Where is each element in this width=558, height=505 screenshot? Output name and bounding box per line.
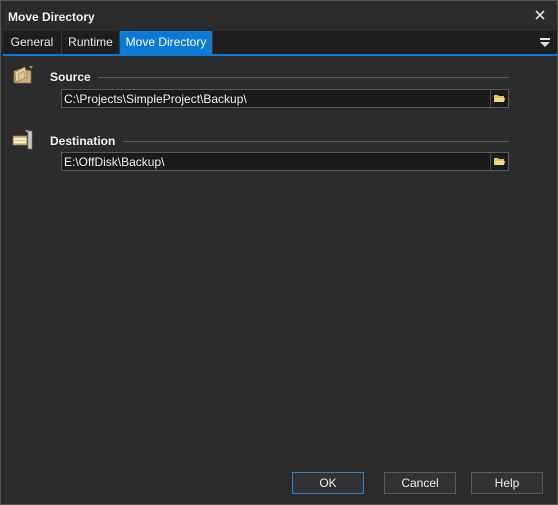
move-icon [11, 128, 35, 152]
menu-icon [540, 38, 550, 47]
cancel-button[interactable]: Cancel [384, 472, 456, 494]
help-button[interactable]: Help [471, 472, 543, 494]
destination-path-input[interactable] [62, 153, 492, 170]
window-title: Move Directory [8, 10, 95, 24]
source-path-input[interactable] [62, 90, 492, 107]
close-button[interactable] [531, 6, 549, 24]
source-path-field[interactable] [61, 89, 509, 108]
destination-divider [123, 141, 509, 142]
destination-label: Destination [50, 134, 116, 148]
title-bar: Move Directory [1, 1, 557, 31]
tab-general[interactable]: General [3, 31, 62, 54]
source-label: Source [50, 70, 91, 84]
tab-move-directory[interactable]: Move Directory [120, 31, 213, 54]
dialog-window: Move Directory General Runtime Move Dire… [0, 0, 558, 505]
folder-open-icon [494, 95, 505, 102]
source-divider [98, 77, 509, 78]
destination-browse-button[interactable] [490, 153, 508, 170]
source-browse-button[interactable] [490, 90, 508, 107]
folder-icon [11, 63, 35, 87]
close-icon [535, 10, 545, 20]
tab-menu-button[interactable] [539, 37, 551, 49]
folder-open-icon [494, 158, 505, 165]
destination-path-field[interactable] [61, 152, 509, 171]
ok-button[interactable]: OK [292, 472, 364, 494]
tab-underline [3, 54, 557, 56]
tab-bar: General Runtime Move Directory [3, 31, 557, 54]
tab-runtime[interactable]: Runtime [62, 31, 120, 54]
